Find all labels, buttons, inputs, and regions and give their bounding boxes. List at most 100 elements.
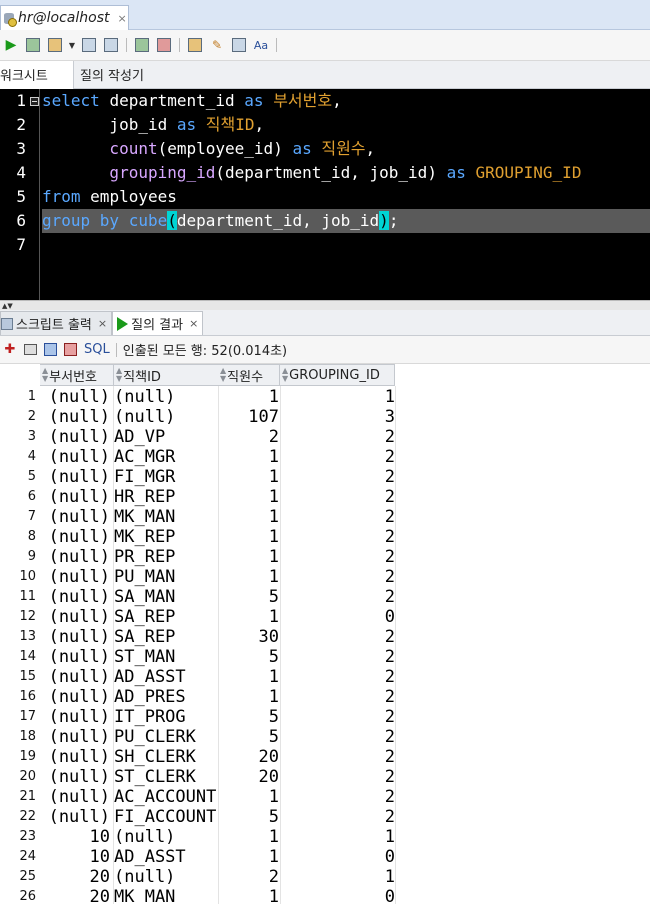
tab-query-builder[interactable]: 질의 작성기 (74, 61, 154, 89)
table-cell[interactable]: (null) (40, 667, 112, 687)
table-cell[interactable]: (null) (40, 727, 112, 747)
sort-icon[interactable]: ▲ ▼ (42, 367, 48, 383)
tab-worksheet[interactable]: 워크시트 (0, 60, 74, 89)
refresh-icon[interactable] (42, 342, 58, 358)
table-cell[interactable]: 20 (219, 767, 279, 787)
table-cell[interactable]: AD_ASST (114, 667, 218, 687)
table-row[interactable]: 8 (null) MK_REP 1 2 (0, 527, 650, 547)
table-cell[interactable]: (null) (40, 587, 112, 607)
table-row[interactable]: 6 (null) HR_REP 1 2 (0, 487, 650, 507)
table-row[interactable]: 2 (null) (null) 107 3 (0, 407, 650, 427)
table-cell[interactable]: (null) (114, 387, 218, 407)
table-cell[interactable]: 2 (281, 627, 395, 647)
table-cell[interactable]: (null) (40, 547, 112, 567)
table-cell[interactable]: 1 (281, 867, 395, 887)
table-row[interactable]: 3 (null) AD_VP 2 2 (0, 427, 650, 447)
table-cell[interactable]: 1 (219, 447, 279, 467)
table-cell[interactable]: (null) (40, 647, 112, 667)
autotrace-button[interactable] (46, 36, 64, 54)
sql-history-button[interactable] (230, 36, 248, 54)
table-cell[interactable]: 20 (219, 747, 279, 767)
table-cell[interactable]: 1 (219, 567, 279, 587)
table-row[interactable]: 24 10 AD_ASST 1 0 (0, 847, 650, 867)
close-tab-icon[interactable]: × (189, 317, 198, 330)
table-cell[interactable]: 1 (219, 387, 279, 407)
table-cell[interactable]: 1 (219, 847, 279, 867)
table-row[interactable]: 13 (null) SA_REP 30 2 (0, 627, 650, 647)
table-cell[interactable]: (null) (40, 487, 112, 507)
column-header[interactable]: ▲ ▼ 직책ID (114, 364, 219, 386)
table-cell[interactable]: (null) (40, 747, 112, 767)
table-row[interactable]: 16 (null) AD_PRES 1 2 (0, 687, 650, 707)
table-cell[interactable]: PR_REP (114, 547, 218, 567)
collapse-arrow-icon[interactable]: ▲▼ (2, 302, 13, 310)
unshared-sql-button[interactable] (186, 36, 204, 54)
table-cell[interactable]: (null) (40, 607, 112, 627)
commit-button[interactable] (133, 36, 151, 54)
table-cell[interactable]: (null) (40, 567, 112, 587)
table-cell[interactable]: PU_CLERK (114, 727, 218, 747)
table-cell[interactable]: 0 (281, 607, 395, 627)
table-row[interactable]: 26 20 MK_MAN 1 0 (0, 887, 650, 904)
table-cell[interactable]: 1 (219, 687, 279, 707)
table-cell[interactable]: 2 (281, 667, 395, 687)
table-cell[interactable]: (null) (40, 407, 112, 427)
run-statement-button[interactable]: ▶ (2, 36, 20, 54)
table-cell[interactable]: (null) (40, 467, 112, 487)
table-row[interactable]: 7 (null) MK_MAN 1 2 (0, 507, 650, 527)
table-cell[interactable]: 5 (219, 707, 279, 727)
table-cell[interactable]: 2 (281, 787, 395, 807)
table-cell[interactable]: 2 (281, 447, 395, 467)
table-cell[interactable]: AD_PRES (114, 687, 218, 707)
close-tab-icon[interactable]: × (98, 317, 107, 330)
table-row[interactable]: 9 (null) PR_REP 1 2 (0, 547, 650, 567)
table-cell[interactable]: 2 (281, 767, 395, 787)
sql-button[interactable]: SQL (84, 342, 110, 357)
table-cell[interactable]: AC_MGR (114, 447, 218, 467)
table-cell[interactable]: 2 (281, 467, 395, 487)
table-cell[interactable]: 5 (219, 587, 279, 607)
autotrace-dropdown-icon[interactable]: ▼ (68, 36, 76, 54)
table-cell[interactable]: 1 (219, 667, 279, 687)
table-cell[interactable]: (null) (40, 507, 112, 527)
code-line[interactable]: job_id as 직책ID, (42, 113, 650, 137)
code-line[interactable]: grouping_id(department_id, job_id) as GR… (42, 161, 650, 185)
pin-icon[interactable]: ✚ (2, 342, 18, 358)
table-cell[interactable]: 2 (281, 527, 395, 547)
table-row[interactable]: 22 (null) FI_ACCOUNT 5 2 (0, 807, 650, 827)
table-cell[interactable]: IT_PROG (114, 707, 218, 727)
rollback-button[interactable] (155, 36, 173, 54)
panel-splitter[interactable]: ▲▼ (0, 300, 650, 310)
table-cell[interactable]: (null) (114, 867, 218, 887)
table-cell[interactable]: 1 (281, 387, 395, 407)
table-cell[interactable]: 2 (281, 747, 395, 767)
table-row[interactable]: 12 (null) SA_REP 1 0 (0, 607, 650, 627)
table-cell[interactable]: 5 (219, 727, 279, 747)
table-row[interactable]: 23 10 (null) 1 1 (0, 827, 650, 847)
column-header[interactable]: ▲ ▼ 부서번호 (40, 364, 114, 386)
table-cell[interactable]: (null) (114, 407, 218, 427)
table-cell[interactable]: 1 (219, 487, 279, 507)
table-cell[interactable]: 2 (219, 867, 279, 887)
table-row[interactable]: 20 (null) ST_CLERK 20 2 (0, 767, 650, 787)
table-row[interactable]: 25 20 (null) 2 1 (0, 867, 650, 887)
table-cell[interactable]: ST_MAN (114, 647, 218, 667)
code-line[interactable]: group by cube(department_id, job_id); (42, 209, 650, 233)
table-cell[interactable]: SA_MAN (114, 587, 218, 607)
table-row[interactable]: 4 (null) AC_MGR 1 2 (0, 447, 650, 467)
column-header[interactable]: ▲ ▼ GROUPING_ID (280, 364, 395, 386)
table-cell[interactable]: 1 (219, 507, 279, 527)
table-cell[interactable]: 2 (281, 427, 395, 447)
table-row[interactable]: 1 (null) (null) 1 1 (0, 387, 650, 407)
table-cell[interactable]: 2 (281, 687, 395, 707)
table-cell[interactable]: 10 (40, 847, 112, 867)
table-cell[interactable]: 2 (281, 567, 395, 587)
table-cell[interactable]: FI_ACCOUNT (114, 807, 218, 827)
table-cell[interactable]: (null) (40, 767, 112, 787)
column-header[interactable]: ▲ ▼ 직원수 (218, 364, 280, 386)
table-cell[interactable]: (null) (40, 787, 112, 807)
table-row[interactable]: 14 (null) ST_MAN 5 2 (0, 647, 650, 667)
table-cell[interactable]: 5 (219, 807, 279, 827)
table-cell[interactable]: AD_VP (114, 427, 218, 447)
table-cell[interactable]: 0 (281, 887, 395, 904)
